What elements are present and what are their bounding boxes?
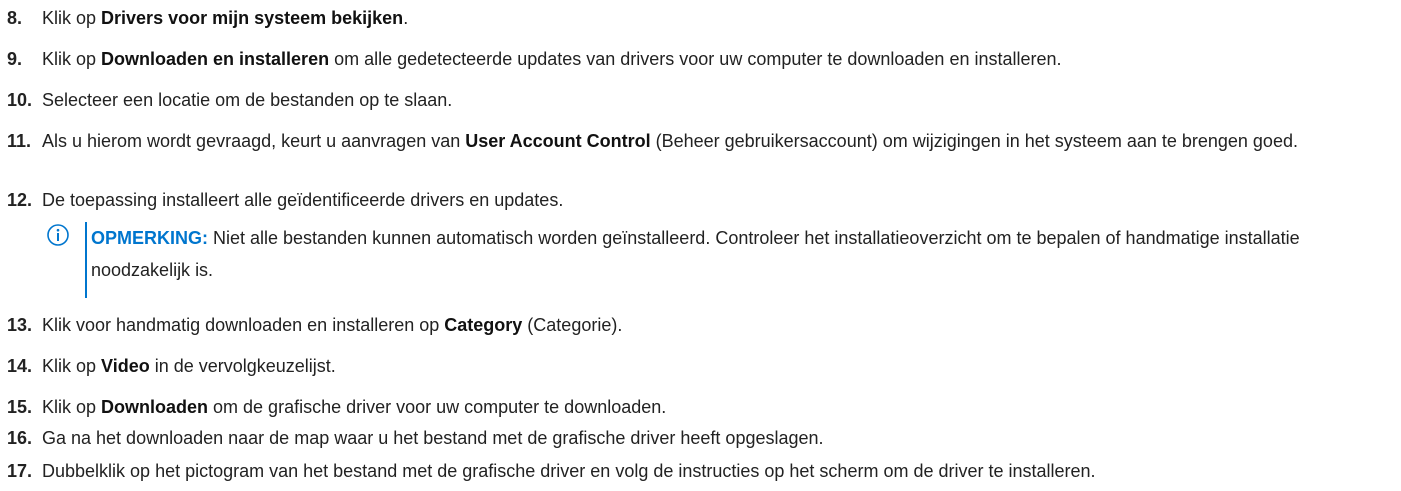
step-number: 10. xyxy=(7,90,33,110)
step-number: 17. xyxy=(7,461,33,481)
step-number: 12. xyxy=(7,190,33,210)
note-accent-bar xyxy=(85,222,87,298)
step-number: 9. xyxy=(7,49,23,69)
step-text: Klik voor handmatig downloaden en instal… xyxy=(42,315,623,335)
step-text: Dubbelklik op het pictogram van het best… xyxy=(42,461,1096,481)
step-text: Als u hierom wordt gevraagd, keurt u aan… xyxy=(42,131,1298,151)
info-icon xyxy=(47,224,69,246)
step-9: 9. Klik op Downloaden en installeren om … xyxy=(7,45,1397,73)
step-number: 15. xyxy=(7,397,33,417)
step-13: 13. Klik voor handmatig downloaden en in… xyxy=(7,311,1397,339)
note-body: OPMERKING: Niet alle bestanden kunnen au… xyxy=(91,222,1381,286)
note-text: Niet alle bestanden kunnen automatisch w… xyxy=(91,228,1300,280)
step-number: 11. xyxy=(7,131,32,151)
step-number: 8. xyxy=(7,8,23,28)
note-label: OPMERKING: xyxy=(91,228,208,248)
step-number: 14. xyxy=(7,356,33,376)
step-text: Klik op Downloaden en installeren om all… xyxy=(42,49,1062,69)
step-14: 14. Klik op Video in de vervolgkeuzelijs… xyxy=(7,352,1397,380)
step-text: De toepassing installeert alle geïdentif… xyxy=(42,190,564,210)
step-text: Ga na het downloaden naar de map waar u … xyxy=(42,428,824,448)
step-number: 13. xyxy=(7,315,33,335)
step-17: 17. Dubbelklik op het pictogram van het … xyxy=(7,457,1397,485)
step-number: 16. xyxy=(7,428,33,448)
note-callout: OPMERKING: Niet alle bestanden kunnen au… xyxy=(47,222,1387,298)
step-text: Klik op Drivers voor mijn systeem bekijk… xyxy=(42,8,409,28)
step-15: 15. Klik op Downloaden om de grafische d… xyxy=(7,393,1397,421)
step-text: Klik op Downloaden om de grafische drive… xyxy=(42,397,667,417)
step-11: 11. Als u hierom wordt gevraagd, keurt u… xyxy=(7,127,1397,155)
step-16: 16. Ga na het downloaden naar de map waa… xyxy=(7,424,1397,452)
step-12: 12. De toepassing installeert alle geïde… xyxy=(7,186,1397,214)
step-text: Selecteer een locatie om de bestanden op… xyxy=(42,90,453,110)
step-8: 8. Klik op Drivers voor mijn systeem bek… xyxy=(7,4,1397,32)
step-text: Klik op Video in de vervolgkeuzelijst. xyxy=(42,356,336,376)
step-10: 10. Selecteer een locatie om de bestande… xyxy=(7,86,1397,114)
